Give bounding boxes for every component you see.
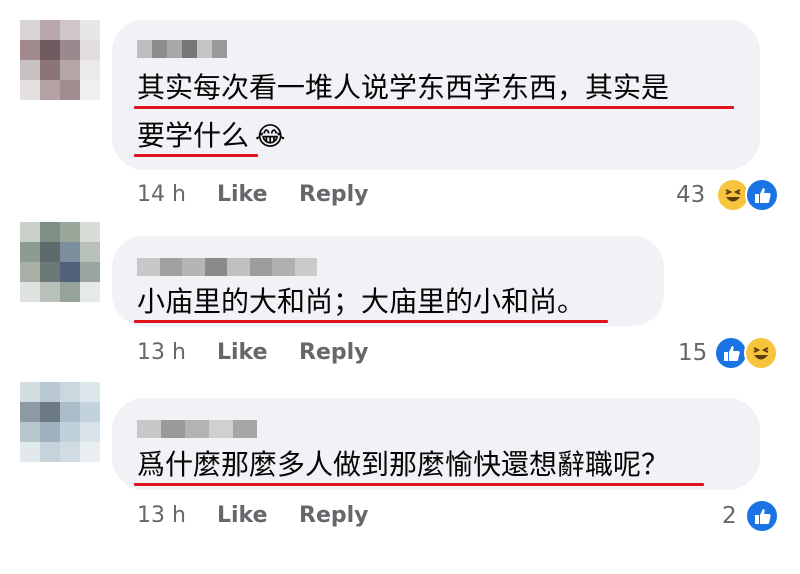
timestamp[interactable]: 14 h xyxy=(137,182,186,207)
tears-of-joy-emoji-icon: 😂 xyxy=(255,122,286,152)
comment-text: 爲什麼那麼多人做到那麼愉快還想辭職呢？ xyxy=(137,448,670,481)
reply-button[interactable]: Reply xyxy=(299,340,369,365)
like-icon[interactable] xyxy=(714,336,748,370)
commenter-name[interactable] xyxy=(137,420,257,438)
like-button[interactable]: Like xyxy=(217,340,268,365)
underline xyxy=(134,154,258,157)
avatar[interactable] xyxy=(20,20,100,100)
reply-button[interactable]: Reply xyxy=(299,503,369,528)
like-button[interactable]: Like xyxy=(217,503,268,528)
comment-text: 小庙里的大和尚；大庙里的小和尚。 xyxy=(137,285,586,318)
reaction-count[interactable]: 15 xyxy=(678,340,707,366)
timestamp[interactable]: 13 h xyxy=(137,340,186,365)
reaction-count[interactable]: 43 xyxy=(676,182,705,208)
underline xyxy=(134,483,704,486)
like-icon[interactable] xyxy=(745,499,779,533)
haha-icon[interactable] xyxy=(744,336,778,370)
underline xyxy=(134,106,734,109)
avatar[interactable] xyxy=(20,382,100,462)
underline xyxy=(134,320,608,323)
comment-text: 其实每次看一堆人说学东西学东西，其实是 xyxy=(137,71,670,104)
comment-text: 要学什么 😂 xyxy=(137,114,285,159)
timestamp[interactable]: 13 h xyxy=(137,503,186,528)
reply-button[interactable]: Reply xyxy=(299,182,369,207)
like-button[interactable]: Like xyxy=(217,182,268,207)
avatar[interactable] xyxy=(20,222,100,302)
comment-text-line2: 要学什么 xyxy=(137,119,250,152)
reaction-count[interactable]: 2 xyxy=(722,503,737,529)
commenter-name[interactable] xyxy=(137,40,227,58)
commenter-name[interactable] xyxy=(137,258,317,276)
like-icon[interactable] xyxy=(745,178,779,212)
